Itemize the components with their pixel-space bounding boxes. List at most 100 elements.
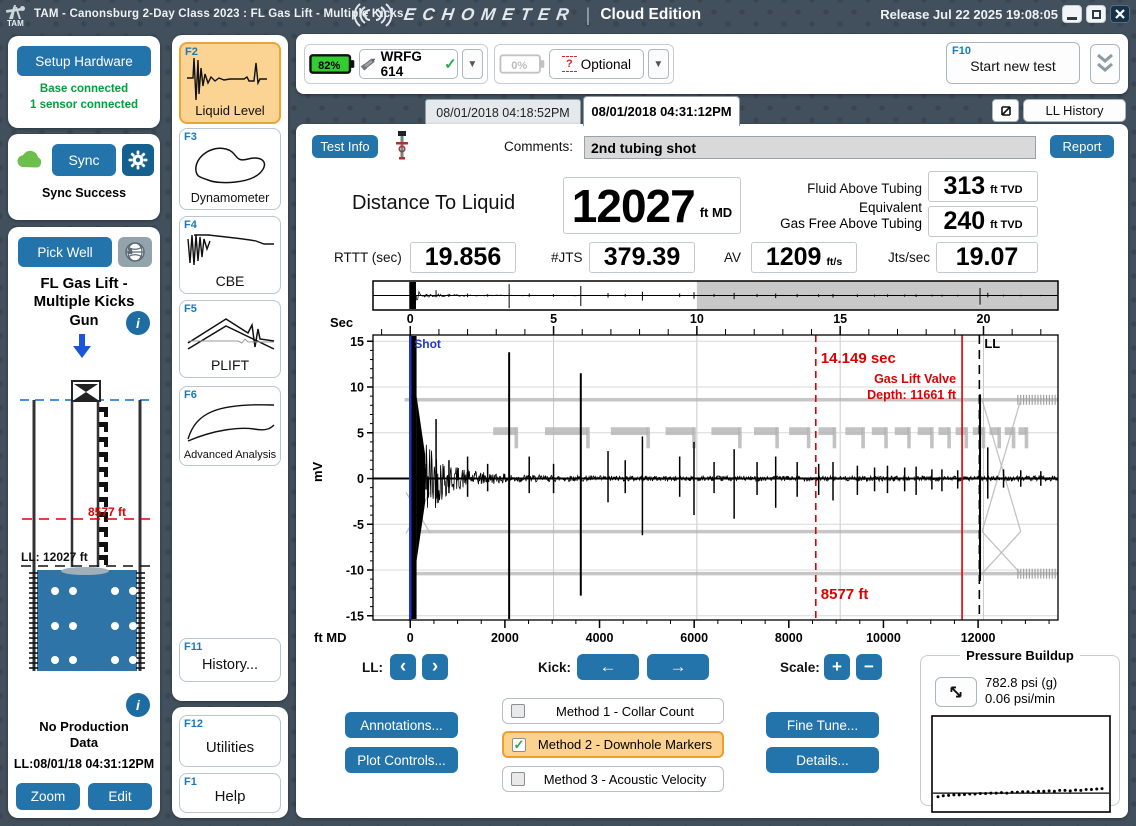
method-3-checkbox[interactable]: Method 3 - Acoustic Velocity — [502, 766, 724, 792]
minimize-button[interactable] — [1062, 5, 1082, 23]
tab-liquid-level[interactable]: F2 Liquid Level — [179, 42, 281, 124]
distance-to-liquid-value: 12027 — [572, 179, 695, 233]
mode-panel: F2 Liquid Level F3 Dynamometer F4 CBE F5… — [172, 35, 288, 701]
test-info-button[interactable]: Test Info — [312, 135, 378, 158]
fcard-caption: Help — [180, 788, 280, 805]
close-button[interactable] — [1110, 5, 1130, 23]
comments-input[interactable] — [584, 136, 1036, 159]
main-panel: Test Info Comments: Report Distance To L… — [296, 124, 1128, 818]
maximize-icon — [1092, 10, 1101, 19]
details-button[interactable]: Details... — [766, 747, 879, 773]
start-new-test-button[interactable]: F10 Start new test — [946, 42, 1080, 84]
close-icon — [1115, 9, 1125, 19]
production-status: No Production Data — [28, 719, 140, 752]
app-window: TAM TAM - Canonsburg 2-Day Class 2023 : … — [0, 0, 1136, 826]
svg-text:LL: LL — [984, 336, 1000, 351]
plot-controls-button[interactable]: Plot Controls... — [345, 747, 458, 773]
gun-dropdown-button[interactable]: ▼ — [462, 49, 483, 79]
pressure-expand-button[interactable] — [935, 677, 977, 707]
method-1-checkbox[interactable]: Method 1 - Collar Count — [502, 698, 724, 724]
sync-button[interactable]: Sync — [52, 144, 116, 176]
fcard-caption: Liquid Level — [181, 103, 279, 118]
fine-tune-button[interactable]: Fine Tune... — [766, 712, 879, 738]
kick-prev-button[interactable]: ← — [577, 654, 639, 680]
svg-text:8577 ft: 8577 ft — [821, 586, 869, 603]
svg-text:6000: 6000 — [680, 631, 708, 645]
plift-icon — [186, 313, 276, 357]
scale-label: Scale: — [780, 660, 820, 675]
svg-text:5: 5 — [357, 426, 364, 440]
tab-current-test[interactable]: 08/01/2018 04:31:12PM — [583, 96, 740, 126]
well-map-button[interactable] — [118, 237, 152, 267]
gun-arrow-icon — [71, 333, 93, 359]
gas-gun-icon — [360, 55, 376, 73]
optional-dropdown-button[interactable]: ▼ — [648, 49, 669, 79]
method-2-checkbox[interactable]: ✓ Method 2 - Downhole Markers — [502, 731, 724, 758]
jts-label: #JTS — [551, 250, 583, 265]
svg-text:14.149 sec: 14.149 sec — [821, 350, 896, 367]
gun-selector[interactable]: WRFG 614 ✓ — [359, 49, 457, 79]
cbe-icon — [186, 229, 276, 273]
double-chevron-down-icon — [1096, 53, 1114, 75]
svg-text:2000: 2000 — [491, 631, 519, 645]
zoom-button[interactable]: Zoom — [16, 783, 80, 810]
fcard-caption: PLIFT — [180, 357, 280, 373]
ll-prev-button[interactable]: ‹ — [390, 654, 416, 680]
scale-plus-button[interactable]: + — [824, 654, 850, 680]
fkey-label: F1 — [184, 776, 197, 788]
method-label: Method 1 - Collar Count — [535, 704, 715, 719]
utilities-button[interactable]: F12 Utilities — [179, 715, 281, 767]
kick-next-button[interactable]: → — [647, 654, 709, 680]
checkbox-icon — [511, 704, 525, 718]
title-bar: TAM TAM - Canonsburg 2-Day Class 2023 : … — [0, 0, 1136, 30]
tab-dynamometer[interactable]: F3 Dynamometer — [179, 128, 281, 210]
history-button[interactable]: F11 History... — [179, 638, 281, 682]
acoustic-chart[interactable]: Sec05101520ShotLL14.149 secGas Lift Valv… — [308, 276, 1068, 648]
soundwave-icon — [352, 2, 394, 28]
ll-history-button[interactable]: LL History — [1023, 99, 1126, 122]
well-info-button[interactable]: i — [126, 311, 150, 335]
diagram-ll-depth: LL: 12027 ft — [21, 550, 88, 564]
base-status: Base connected — [8, 82, 160, 98]
tam-logo-icon: TAM — [5, 3, 31, 27]
svg-text:10: 10 — [350, 381, 364, 395]
annotations-button[interactable]: Annotations... — [345, 712, 458, 738]
pick-well-button[interactable]: Pick Well — [18, 237, 112, 267]
gas-free-above-tubing-value: 240 — [943, 207, 985, 236]
tab-advanced-analysis[interactable]: F6 Advanced Analysis — [179, 386, 281, 466]
pressure-buildup-box: Pressure Buildup 782.8 psi (g) 0.06 psi/… — [920, 648, 1120, 806]
setup-hardware-button[interactable]: Setup Hardware — [17, 46, 151, 76]
jts-sec-value: 19.07 — [956, 243, 1019, 272]
svg-text:mV: mV — [310, 461, 325, 482]
svg-text:-15: -15 — [346, 609, 364, 623]
edit-button[interactable]: Edit — [88, 783, 152, 810]
maximize-button[interactable] — [1086, 5, 1106, 23]
scale-minus-button[interactable]: − — [856, 654, 882, 680]
av-unit: ft/s — [826, 256, 842, 268]
help-button[interactable]: F1 Help — [179, 773, 281, 813]
sync-settings-button[interactable] — [122, 144, 154, 176]
report-button[interactable]: Report — [1050, 135, 1114, 158]
chart-expand-button[interactable] — [992, 99, 1019, 122]
optional-sensor-selector[interactable]: ? Optional — [549, 49, 643, 79]
tab-previous-test[interactable]: 08/01/2018 04:18:52PM — [425, 99, 581, 126]
svg-text:TAM: TAM — [7, 19, 24, 27]
cloud-icon — [14, 147, 46, 173]
tab-plift[interactable]: F5 PLIFT — [179, 300, 281, 378]
svg-text:8000: 8000 — [775, 631, 803, 645]
app-title: TAM - Canonsburg 2-Day Class 2023 : FL G… — [34, 8, 404, 20]
tab-cbe[interactable]: F4 CBE — [179, 216, 281, 294]
optional-label: Optional — [581, 57, 631, 72]
svg-text:12000: 12000 — [961, 631, 996, 645]
toolbar-expand-button[interactable] — [1090, 44, 1120, 84]
jts-sec-box: 19.07 — [936, 242, 1038, 273]
sync-panel: Sync Sync Success — [8, 134, 160, 220]
wellhead-icon[interactable] — [392, 130, 412, 160]
production-info-button[interactable]: i — [126, 693, 150, 717]
fluid-above-tubing-unit: ft TVD — [990, 184, 1022, 196]
ll-next-button[interactable]: › — [422, 654, 448, 680]
pressure-buildup-chart[interactable] — [931, 715, 1111, 813]
checkbox-checked-icon: ✓ — [512, 738, 526, 752]
toolbar: 82% WRFG 614 ✓ ▼ 0% ? Optional ▼ F10 — [296, 34, 1128, 94]
jts-value: 379.39 — [604, 243, 680, 272]
